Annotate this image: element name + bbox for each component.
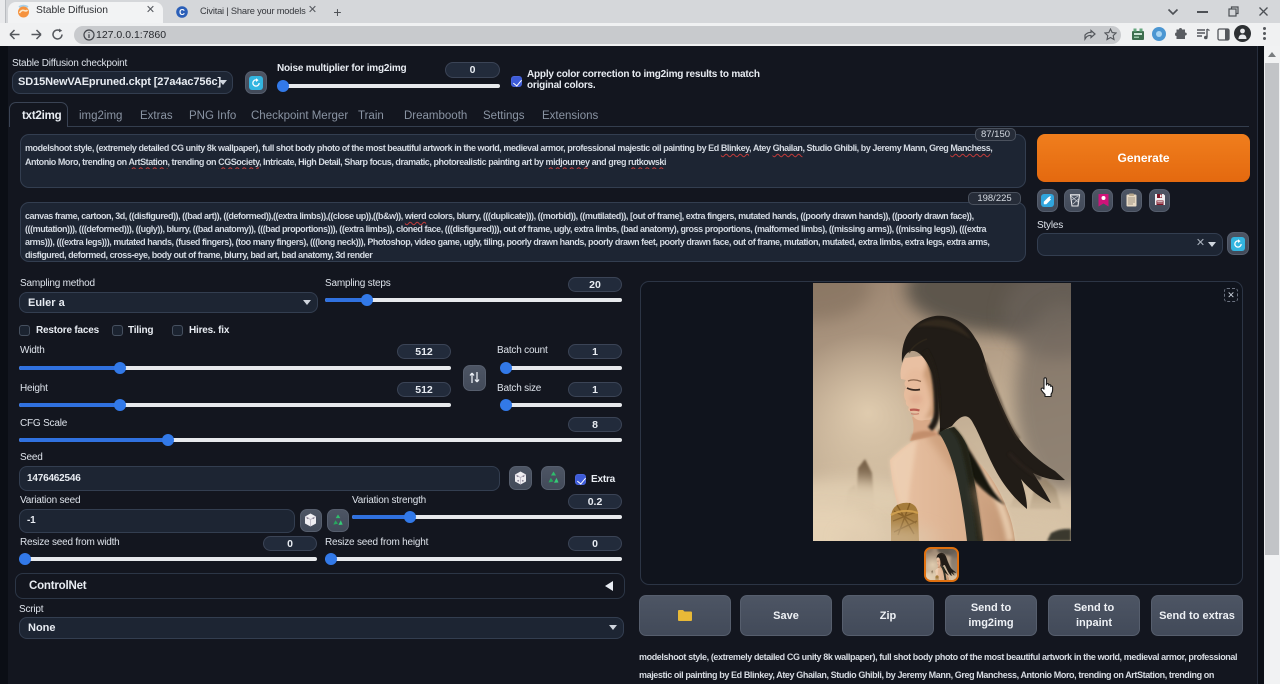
svg-text:C: C bbox=[179, 8, 185, 17]
